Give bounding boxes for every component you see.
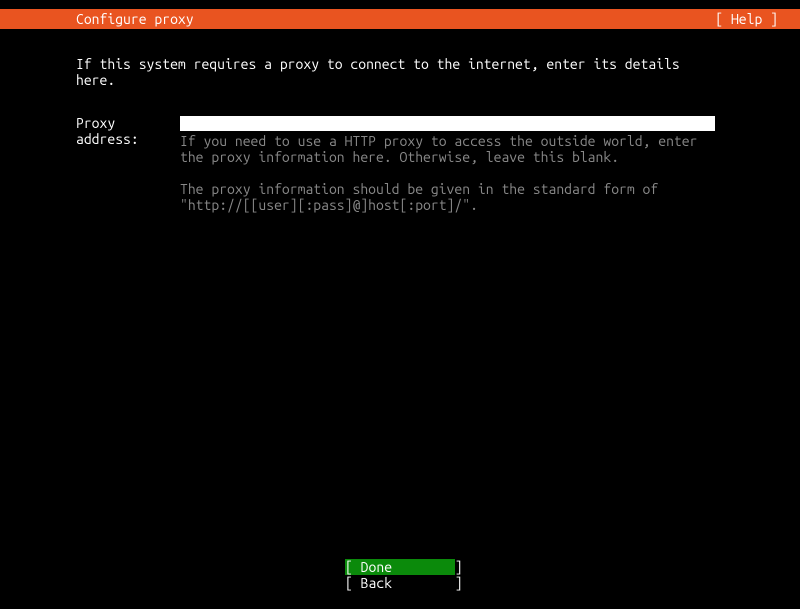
header-bar: Configure proxy [ Help ] — [0, 9, 800, 29]
instruction-text: If this system requires a proxy to conne… — [76, 56, 724, 88]
content-area: If this system requires a proxy to conne… — [0, 29, 800, 213]
footer-buttons: [ Done ] [ Back ] — [0, 559, 800, 591]
proxy-field-wrap: If you need to use a HTTP proxy to acces… — [180, 115, 724, 213]
proxy-help-1: If you need to use a HTTP proxy to acces… — [180, 133, 715, 165]
proxy-form-row: Proxy address: If you need to use a HTTP… — [76, 115, 724, 213]
proxy-input[interactable] — [180, 116, 715, 131]
help-button[interactable]: [ Help ] — [715, 11, 800, 27]
proxy-help-2: The proxy information should be given in… — [180, 181, 715, 213]
done-button[interactable]: [ Done ] — [345, 559, 455, 575]
back-button[interactable]: [ Back ] — [345, 575, 455, 591]
proxy-label: Proxy address: — [76, 115, 180, 147]
page-title: Configure proxy — [0, 11, 194, 27]
